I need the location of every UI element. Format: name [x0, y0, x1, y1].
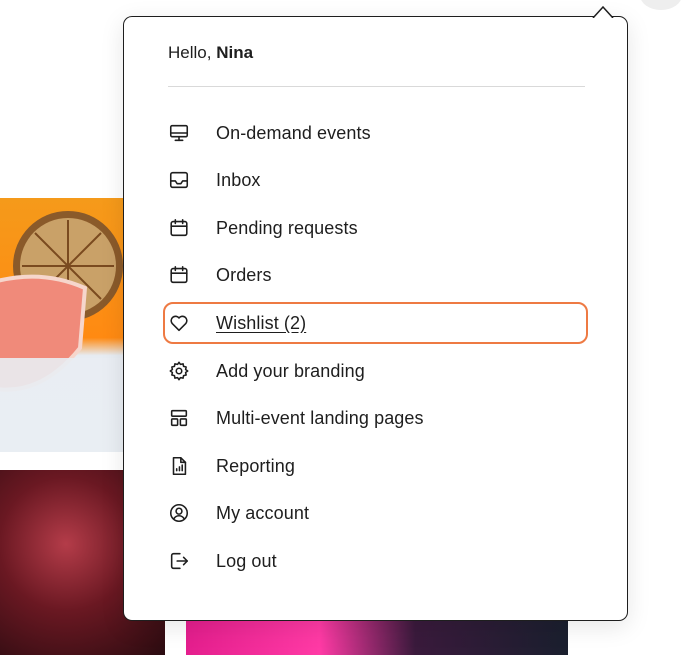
user-name: Nina — [216, 43, 254, 62]
menu-item-label: Pending requests — [216, 217, 358, 238]
menu-item-label: Wishlist (2) — [216, 312, 307, 333]
account-dropdown-menu: Hello, Nina On-demand events Inbox Pendi… — [123, 16, 628, 621]
calendar-icon — [168, 217, 190, 239]
menu-item-label: Reporting — [216, 455, 295, 476]
gear-icon — [168, 360, 190, 382]
user-circle-icon — [168, 502, 190, 524]
report-file-icon — [168, 455, 190, 477]
greeting-prefix: Hello, — [168, 43, 212, 62]
menu-item-label: Multi-event landing pages — [216, 407, 424, 428]
menu-caret — [592, 6, 614, 18]
heart-icon — [168, 312, 190, 334]
menu-item-label: On-demand events — [216, 122, 371, 143]
menu-item-label: Log out — [216, 550, 277, 571]
menu-item-reporting[interactable]: Reporting — [168, 453, 295, 479]
menu-item-inbox[interactable]: Inbox — [168, 167, 261, 193]
menu-item-pending-requests[interactable]: Pending requests — [168, 215, 358, 241]
greeting: Hello, Nina — [168, 43, 253, 63]
cocktail-image — [0, 198, 125, 452]
layout-icon — [168, 407, 190, 429]
menu-item-label: My account — [216, 502, 310, 523]
menu-item-my-account[interactable]: My account — [168, 500, 309, 526]
neon-image — [186, 620, 568, 655]
menu-item-on-demand-events[interactable]: On-demand events — [168, 120, 371, 146]
cocktail-illustration — [0, 211, 125, 452]
menu-item-wishlist[interactable]: Wishlist (2) — [168, 310, 306, 336]
calendar-icon — [168, 264, 190, 286]
menu-item-label: Inbox — [216, 169, 261, 190]
divider — [168, 86, 585, 87]
menu-item-label: Orders — [216, 264, 272, 285]
logout-icon — [168, 550, 190, 572]
inbox-icon — [168, 169, 190, 191]
menu-item-log-out[interactable]: Log out — [168, 548, 277, 574]
menu-item-label: Add your branding — [216, 360, 365, 381]
menu-item-multi-event-landing-pages[interactable]: Multi-event landing pages — [168, 405, 424, 431]
avatar[interactable] — [640, 0, 682, 10]
menu-item-orders[interactable]: Orders — [168, 262, 272, 288]
menu-item-add-your-branding[interactable]: Add your branding — [168, 358, 365, 384]
monitor-icon — [168, 122, 190, 144]
